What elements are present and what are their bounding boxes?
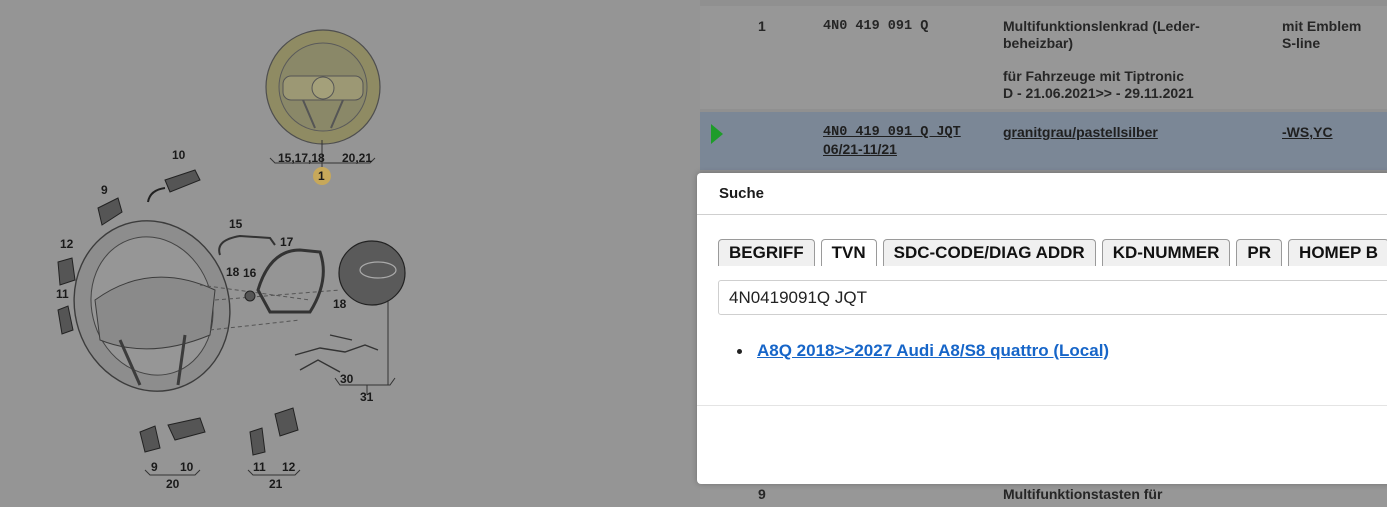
row-pos: 9 (758, 486, 766, 502)
tab-kd-nummer[interactable]: KD-NUMMER (1101, 239, 1231, 266)
row-note-line1: mit Emblem (1282, 18, 1362, 34)
callout-16[interactable]: 16 (243, 266, 257, 280)
callout-30[interactable]: 30 (340, 372, 354, 386)
tab-begriff[interactable]: BEGRIFF (718, 239, 815, 266)
selection-arrow-icon (711, 124, 723, 144)
search-results: A8Q 2018>>2027 Audi A8/S8 quattro (Local… (737, 341, 1109, 361)
row-part-number: 4N0 419 091 Q (823, 19, 929, 34)
row-desc-line3: für Fahrzeuge mit Tiptronic (1003, 68, 1184, 84)
wiring-harness-part (294, 334, 379, 373)
callout-20[interactable]: 20 (166, 477, 180, 491)
row-desc: Multifunktionstasten für (1003, 486, 1163, 502)
row-note-link[interactable]: -WS,YC (1282, 124, 1333, 141)
callout-12b[interactable]: 12 (282, 460, 296, 474)
cover-part-17 (256, 248, 325, 314)
callout-group-top-left: 15,17,18 (278, 151, 325, 165)
row-desc-line1: Multifunktionslenkrad (Leder- (1003, 18, 1200, 34)
button-part-11b (249, 427, 266, 456)
callout-31[interactable]: 31 (360, 390, 374, 404)
button-part-10 (147, 169, 201, 203)
steering-wheel-assembly (73, 220, 231, 392)
tab-pr[interactable]: PR (1236, 239, 1283, 266)
button-part-9b (139, 425, 161, 453)
button-part-10b (167, 417, 206, 441)
screw-part-16 (244, 290, 256, 302)
parts-diagram: 15,17,18 20,21 1 9 10 12 11 15 17 16 18 … (0, 0, 700, 507)
diagram-canvas: 15,17,18 20,21 1 9 10 12 11 15 17 16 18 … (56, 29, 406, 491)
tab-sdc-code[interactable]: SDC-CODE/DIAG ADDR (882, 239, 1096, 266)
callout-10b[interactable]: 10 (180, 460, 194, 474)
row-desc-line2: beheizbar) (1003, 35, 1074, 51)
search-tabs: BEGRIFF TVN SDC-CODE/DIAG ADDR KD-NUMMER PR H… (718, 239, 1387, 267)
list-item: A8Q 2018>>2027 Audi A8/S8 quattro (Local… (737, 341, 1109, 361)
callout-9[interactable]: 9 (101, 183, 108, 197)
callout-12[interactable]: 12 (60, 237, 74, 251)
tab-tvn[interactable]: TVN (820, 239, 877, 266)
row-note-line2: S-line (1282, 35, 1321, 51)
search-input[interactable] (718, 280, 1387, 315)
callout-18b[interactable]: 18 (333, 297, 347, 311)
bullet-icon (737, 349, 742, 354)
airbag-part (338, 240, 406, 306)
table-row[interactable]: 1 4N0 419 091 Q Multifunktionslenkrad (L… (700, 6, 1387, 109)
cable-part-15 (218, 234, 276, 256)
row-part-number-link[interactable]: 4N0 419 091 Q JQT (823, 124, 961, 141)
button-part-12 (57, 257, 76, 286)
callout-group-top-right: 20,21 (342, 151, 372, 165)
steering-wheel-highlighted[interactable] (265, 29, 381, 145)
dialog-header: Suche (697, 173, 1387, 215)
row-date-range[interactable]: 06/21-11/21 (823, 141, 897, 158)
button-part-12b (274, 407, 299, 437)
callout-17[interactable]: 17 (280, 235, 294, 249)
callout-10[interactable]: 10 (172, 148, 186, 162)
dialog-divider (697, 405, 1387, 406)
callout-15[interactable]: 15 (229, 217, 243, 231)
table-row-selected[interactable]: 4N0 419 091 Q JQT 06/21-11/21 granitgrau… (700, 112, 1387, 170)
callout-9b[interactable]: 9 (151, 460, 158, 474)
button-part-11 (57, 305, 74, 335)
tab-homep[interactable]: HOMEP B (1288, 239, 1387, 266)
result-link[interactable]: A8Q 2018>>2027 Audi A8/S8 quattro (Local… (757, 341, 1109, 360)
callout-11b[interactable]: 11 (253, 460, 266, 474)
callout-21[interactable]: 21 (269, 477, 283, 491)
dialog-title: Suche (719, 185, 765, 202)
search-dialog: Suche BEGRIFF TVN SDC-CODE/DIAG ADDR KD-NUM… (697, 173, 1387, 484)
button-part-9 (97, 197, 123, 226)
callout-1[interactable]: 1 (318, 169, 325, 183)
row-desc-link[interactable]: granitgrau/pastellsilber (1003, 124, 1158, 141)
row-desc-line4: D - 21.06.2021>> - 29.11.2021 (1003, 85, 1194, 101)
row-pos: 1 (758, 18, 766, 34)
callout-18a[interactable]: 18 (226, 265, 240, 279)
callout-11[interactable]: 11 (56, 287, 69, 301)
